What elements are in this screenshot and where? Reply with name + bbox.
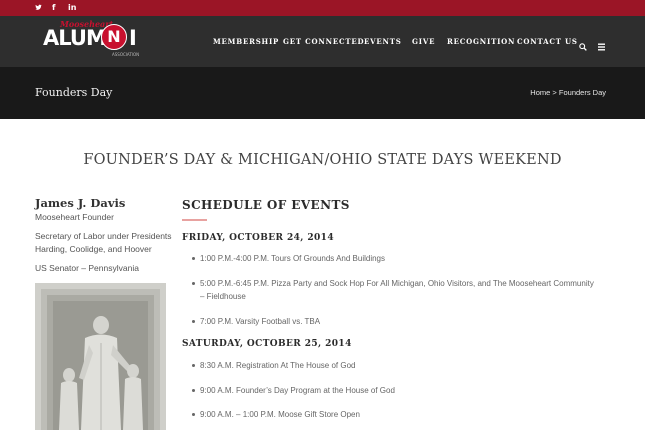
breadcrumb-current: Founders Day [558,88,606,97]
list-item-continuation: – Fieldhouse [200,292,246,301]
breadcrumb-home[interactable]: Home [530,88,550,97]
day-heading: FRIDAY, OCTOBER 24, 2014 [182,233,335,243]
main-heading: FOUNDER’S DAY & MICHIGAN/OHIO STATE DAYS… [83,152,562,168]
breadcrumb-separator: > [552,88,557,97]
facebook-icon[interactable]: f [52,2,55,14]
menu-icon[interactable] [598,38,605,56]
founder-role: Mooseheart Founder [35,212,114,222]
list-item: 1:00 P.M.-4:00 P.M. Tours Of Grounds And… [192,252,610,265]
schedule-title: SCHEDULE OF EVENTS [182,198,350,212]
title-accent-line [182,219,207,221]
nav-membership[interactable]: MEMBERSHIP [213,37,279,47]
nav-events[interactable]: EVENTS [364,37,402,47]
logo-word-end: I [129,26,137,50]
page-title: Founders Day [35,86,113,99]
list-item: 8:30 A.M. Registration At The House of G… [192,359,610,372]
search-icon[interactable] [579,38,587,56]
linkedin-icon[interactable]: in [68,2,76,14]
founder-statue-image [35,283,166,430]
founder-name: James J. Davis [35,196,126,210]
founder-bio-line-1: Secretary of Labor under Presidents [35,231,172,241]
logo-circle: N [101,24,127,50]
logo-word: ALUM [43,26,107,50]
founder-bio-line-3: US Senator – Pennsylvania [35,263,139,273]
twitter-icon[interactable] [35,2,42,15]
list-item: 5:00 P.M.-6:45 P.M. Pizza Party and Sock… [192,277,610,290]
list-item: 9:00 A.M. – 1:00 P.M. Moose Gift Store O… [192,408,610,421]
nav-give[interactable]: GIVE [412,37,435,47]
nav-get-connected[interactable]: GET CONNECTED [283,37,364,47]
nav-recognition[interactable]: RECOGNITION [447,37,515,47]
founder-bio-line-2: Harding, Coolidge, and Hoover [35,244,152,254]
breadcrumb: Home > Founders Day [530,88,606,98]
day-heading: SATURDAY, OCTOBER 25, 2014 [182,339,352,349]
list-item: 7:00 P.M. Varsity Football vs. TBA [192,315,610,328]
top-bar [0,0,645,16]
nav-contact-us[interactable]: CONTACT US [517,37,578,47]
list-item: 9:00 A.M. Founder’s Day Program at the H… [192,384,610,397]
logo-subtitle: ASSOCIATION [112,52,140,57]
